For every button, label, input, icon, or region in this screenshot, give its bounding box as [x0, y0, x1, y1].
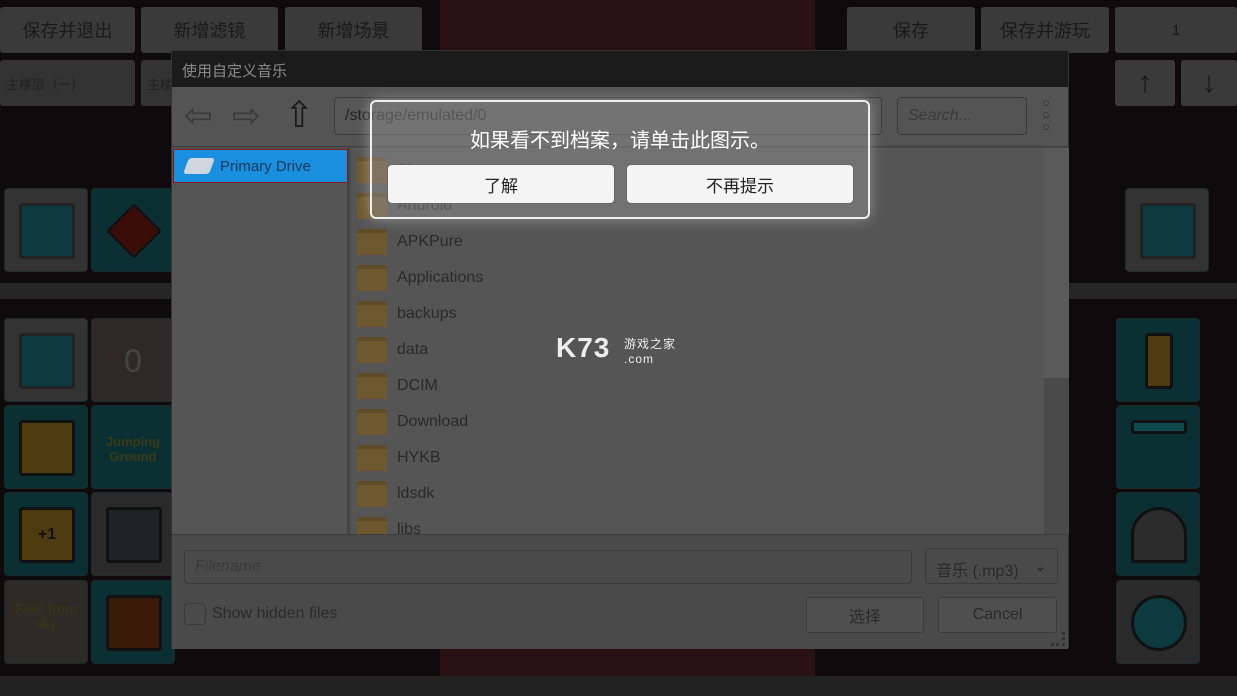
- glass-icon: [106, 507, 162, 563]
- layer-select[interactable]: 主楼层（一）: [0, 60, 135, 106]
- gem-icon: [106, 203, 162, 259]
- forward-arrow-icon[interactable]: ⇨: [232, 99, 261, 133]
- filetype-value: 音乐 (.mp3): [936, 563, 1019, 580]
- folder-item[interactable]: data: [357, 332, 428, 368]
- pillar-tile[interactable]: [1116, 318, 1200, 402]
- more-options-icon[interactable]: ○ ○ ○: [1042, 96, 1054, 133]
- folder-icon: [357, 481, 387, 507]
- save-exit-button[interactable]: 保存并退出: [0, 7, 135, 53]
- block-icon: [19, 420, 75, 476]
- folder-name: Download: [397, 413, 469, 430]
- show-hidden-label: Show hidden files: [212, 605, 338, 622]
- glass-tile[interactable]: [91, 492, 175, 576]
- add-scene-button[interactable]: 新增场景: [285, 7, 422, 53]
- folder-item[interactable]: libs: [357, 512, 421, 534]
- bottom-bar: [0, 676, 1237, 696]
- brick-tile[interactable]: [91, 580, 175, 664]
- folder-name: Applications: [397, 269, 484, 286]
- folder-name: ldsdk: [397, 485, 435, 502]
- folder-name: data: [397, 341, 429, 358]
- scrollbar-thumb[interactable]: [1044, 148, 1069, 378]
- trash-icon: [19, 203, 75, 259]
- filename-input[interactable]: Filename: [184, 550, 912, 584]
- dialog-title: 使用自定义音乐: [172, 51, 1068, 87]
- folder-item[interactable]: APKPure: [357, 224, 463, 260]
- folder-icon: [357, 337, 387, 363]
- file-browser-dialog: 使用自定义音乐 ⇦ ⇨ ⇧ /storage/emulated/0 Search…: [171, 50, 1069, 649]
- dialog-footer: Filename 音乐 (.mp3) ⌄ Show hidden files 选择…: [172, 534, 1068, 649]
- folder-item[interactable]: HYKB: [357, 440, 441, 476]
- pillar-icon: [1145, 333, 1173, 389]
- primary-drive-item[interactable]: Primary Drive: [173, 149, 348, 183]
- trash-icon: [19, 333, 75, 389]
- watermark-logo: K73 游戏之家 .com: [556, 332, 677, 366]
- file-list-scrollbar[interactable]: [1044, 148, 1069, 534]
- layer-select-value: 主楼层（一）: [6, 76, 85, 92]
- falls-from-sky-tile[interactable]: Falls from sky: [4, 580, 88, 664]
- folder-icon: [357, 229, 387, 255]
- plus-one-tile[interactable]: +1: [4, 492, 88, 576]
- edit-tool[interactable]: [1125, 188, 1209, 272]
- folder-icon: [357, 517, 387, 534]
- delete-tool[interactable]: [4, 188, 88, 272]
- move-up-button[interactable]: ↑: [1115, 60, 1175, 106]
- drive-icon: [183, 158, 215, 174]
- folder-item[interactable]: Download: [357, 404, 468, 440]
- folder-name: backups: [397, 305, 457, 322]
- zero-tile[interactable]: 0: [91, 318, 175, 402]
- up-folder-icon[interactable]: ⇧: [284, 95, 314, 135]
- folder-name: APKPure: [397, 233, 463, 250]
- layer-select-2-value: 主楼: [147, 76, 174, 92]
- folder-item[interactable]: ldsdk: [357, 476, 434, 512]
- back-arrow-icon[interactable]: ⇦: [184, 99, 213, 133]
- block-tile[interactable]: [4, 405, 88, 489]
- resize-handle-icon[interactable]: [1051, 632, 1065, 646]
- chevron-down-icon: ⌄: [1033, 558, 1047, 575]
- folder-icon: [357, 445, 387, 471]
- pyramid-icon: [1131, 507, 1187, 563]
- save-button[interactable]: 保存: [847, 7, 975, 53]
- drive-label: Primary Drive: [220, 157, 311, 175]
- show-hidden-checkbox[interactable]: [184, 603, 206, 625]
- folder-icon: [357, 301, 387, 327]
- jumping-ground-tile[interactable]: Jumping Ground: [91, 405, 175, 489]
- ok-button[interactable]: 了解: [387, 164, 615, 204]
- level-number[interactable]: 1: [1115, 7, 1237, 53]
- folder-name: DCIM: [397, 377, 438, 394]
- folder-item[interactable]: Applications: [357, 260, 483, 296]
- cancel-button[interactable]: Cancel: [938, 597, 1057, 633]
- move-down-button[interactable]: ↓: [1181, 60, 1237, 106]
- folder-icon: [357, 409, 387, 435]
- brick-icon: [106, 595, 162, 651]
- select-button[interactable]: 选择: [806, 597, 924, 633]
- plus-one-icon: +1: [19, 507, 75, 563]
- folder-name: HYKB: [397, 449, 441, 466]
- filetype-select[interactable]: 音乐 (.mp3) ⌄: [925, 548, 1058, 584]
- gem-tool[interactable]: [91, 188, 175, 272]
- folder-item[interactable]: backups: [357, 296, 457, 332]
- add-filter-button[interactable]: 新增滤镜: [141, 7, 278, 53]
- dialog-toolbar: ⇦ ⇨ ⇧ /storage/emulated/0 Search... ○ ○ ○: [172, 87, 1068, 147]
- folder-icon: [357, 193, 387, 219]
- drives-panel: Primary Drive: [172, 148, 349, 534]
- arch-tile[interactable]: [1116, 405, 1200, 489]
- delete-block-tile[interactable]: [4, 318, 88, 402]
- folder-icon: [357, 265, 387, 291]
- saw-icon: [1131, 595, 1187, 651]
- folder-icon: [357, 157, 387, 183]
- folder-name: libs: [397, 521, 422, 534]
- saw-tile[interactable]: [1116, 580, 1200, 664]
- folder-item[interactable]: DCIM: [357, 368, 438, 404]
- path-input[interactable]: /storage/emulated/0: [334, 97, 882, 135]
- dont-show-again-button[interactable]: 不再提示: [626, 164, 854, 204]
- folder-icon: [357, 373, 387, 399]
- search-input[interactable]: Search...: [897, 97, 1027, 135]
- save-play-button[interactable]: 保存并游玩: [981, 7, 1109, 53]
- edit-icon: [1140, 203, 1196, 259]
- file-list: AlarmsAndroidAPKPureApplicationsbackupsd…: [351, 148, 1044, 534]
- pyramid-tile[interactable]: [1116, 492, 1200, 576]
- arch-icon: [1131, 420, 1187, 434]
